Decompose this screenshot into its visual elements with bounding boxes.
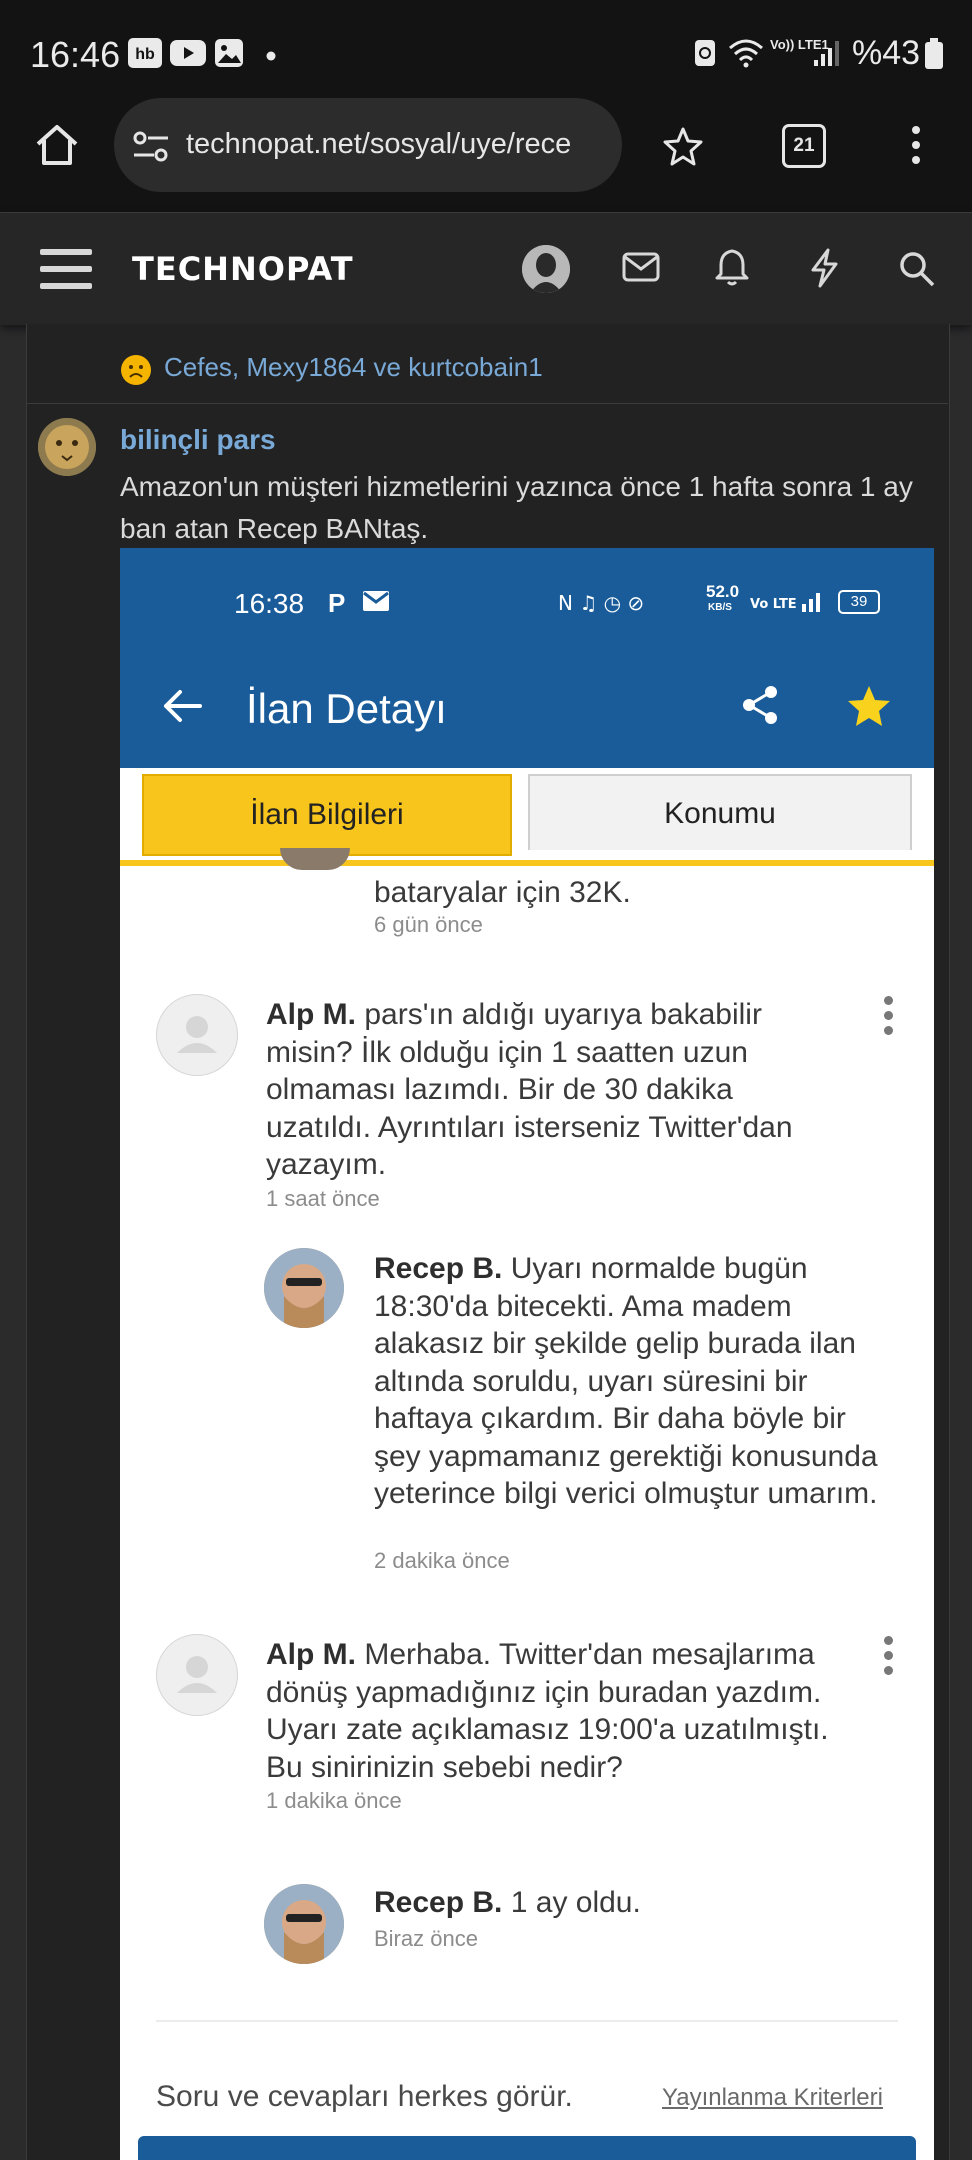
comment-body: Alp M. Merhaba. Twitter'dan mesajlarıma … (266, 1636, 836, 1786)
comment-time: 6 gün önce (374, 912, 483, 937)
hamburger-menu-icon[interactable] (40, 247, 92, 296)
comment-text: 1 ay oldu. (510, 1886, 641, 1919)
svg-text:Vo LTE: Vo LTE (750, 597, 797, 612)
tab-ilan-bilgileri[interactable]: İlan Bilgileri (142, 774, 512, 856)
embedded-screenshot[interactable]: 16:38 P N ♫ ◷ ⊘ 52.0 KB/S Vo LTE 39 İlan… (120, 548, 934, 2160)
comment-text: Uyarı normalde bugün 18:30'da bitecekti.… (374, 1252, 878, 1510)
site-logo[interactable]: TECHNOPAT (132, 250, 354, 288)
user-avatar[interactable] (522, 245, 570, 293)
comment-menu-icon[interactable] (884, 996, 894, 1041)
embedded-status-time: 16:38 (234, 588, 305, 619)
comment-body: Recep B. 1 ay oldu. (374, 1884, 894, 1922)
comment-time: 1 saat önce (266, 1186, 380, 1211)
notifications-bell-icon[interactable] (714, 248, 750, 291)
embedded-speed-unit: KB/S (708, 602, 732, 613)
embedded-signal-icon: Vo LTE (750, 590, 830, 619)
reaction-users[interactable]: Cefes, Mexy1864 ve kurtcobain1 (164, 352, 543, 383)
battery-percent: %43 (852, 34, 921, 72)
svg-text:hb: hb (135, 46, 155, 63)
comment-author[interactable]: Alp M. (266, 998, 356, 1031)
hepsiburada-app-icon: hb (128, 38, 162, 73)
favorite-star-icon[interactable] (846, 684, 892, 733)
comment-avatar (264, 1884, 344, 1964)
footer-divider (156, 2020, 898, 2022)
post-author-name[interactable]: bilinçli pars (120, 424, 276, 456)
tab-switcher-button[interactable]: 21 (782, 124, 826, 168)
overflow-menu-icon[interactable] (910, 124, 922, 171)
comment-author[interactable]: Recep B. (374, 1886, 502, 1919)
youtube-app-icon (170, 38, 206, 73)
status-time: 16:46 (30, 34, 121, 75)
publishing-criteria-link[interactable]: Yayınlanma Kriterleri (662, 2084, 883, 2112)
share-icon[interactable] (740, 684, 780, 731)
ask-question-button[interactable] (138, 2136, 916, 2160)
comment-avatar (156, 994, 238, 1076)
tab-underline (120, 860, 934, 866)
phone-status-bar: 16:46 hb Vo)) LTE1 %43 (0, 0, 972, 100)
footer-text: Soru ve cevapları herkes görür. (156, 2080, 573, 2113)
url-text[interactable]: technopat.net/sosyal/uye/rece (186, 128, 606, 161)
partial-avatar (280, 848, 350, 870)
comment-avatar (264, 1248, 344, 1328)
home-icon[interactable] (34, 122, 80, 173)
data-saver-icon (692, 38, 718, 73)
comment-author[interactable]: Alp M. (266, 1638, 356, 1671)
comment-time: Biraz önce (374, 1926, 478, 1951)
embedded-status-bar: 16:38 P N ♫ ◷ ⊘ 52.0 KB/S Vo LTE 39 (120, 548, 934, 656)
svg-text:N ♫ ◷ ⊘: N ♫ ◷ ⊘ (558, 591, 644, 615)
comment-time: 2 dakika önce (374, 1548, 510, 1573)
whats-new-bolt-icon[interactable] (808, 248, 840, 293)
post-divider (26, 403, 948, 404)
comment-body: Alp M. pars'ın aldığı uyarıya bakabilir … (266, 996, 836, 1184)
battery-icon (924, 38, 944, 75)
tab-konumu[interactable]: Konumu (528, 774, 912, 850)
comment-author[interactable]: Recep B. (374, 1252, 502, 1285)
embedded-battery: 39 (838, 590, 880, 614)
site-settings-icon[interactable] (132, 130, 170, 169)
gallery-app-icon (214, 38, 244, 73)
post-text: Amazon'un müşteri hizmetlerini yazınca ö… (120, 471, 913, 544)
cell-signal-icon (812, 38, 840, 73)
comment-avatar (156, 1634, 238, 1716)
bookmark-star-icon[interactable] (662, 126, 704, 171)
embedded-status-icons: N ♫ ◷ ⊘ (558, 590, 688, 621)
post-author-avatar[interactable] (38, 418, 96, 476)
notification-dot-icon (266, 48, 276, 66)
embedded-status-letter: P (328, 588, 346, 618)
sad-reaction-icon (120, 354, 152, 391)
embedded-speed: 52.0 (706, 582, 740, 601)
comment-body: Recep B. Uyarı normalde bugün 18:30'da b… (374, 1250, 894, 1513)
wifi-icon (728, 38, 764, 73)
search-icon[interactable] (898, 250, 936, 293)
embedded-app-bar (120, 656, 934, 768)
back-arrow-icon[interactable] (162, 688, 204, 729)
comment-menu-icon[interactable] (884, 1636, 894, 1681)
messages-icon[interactable] (622, 252, 660, 287)
embedded-title: İlan Detayı (246, 685, 447, 732)
comment-text: bataryalar için 32K. (374, 876, 631, 909)
comment-time: 1 dakika önce (266, 1788, 402, 1813)
embedded-mail-icon (362, 590, 390, 617)
